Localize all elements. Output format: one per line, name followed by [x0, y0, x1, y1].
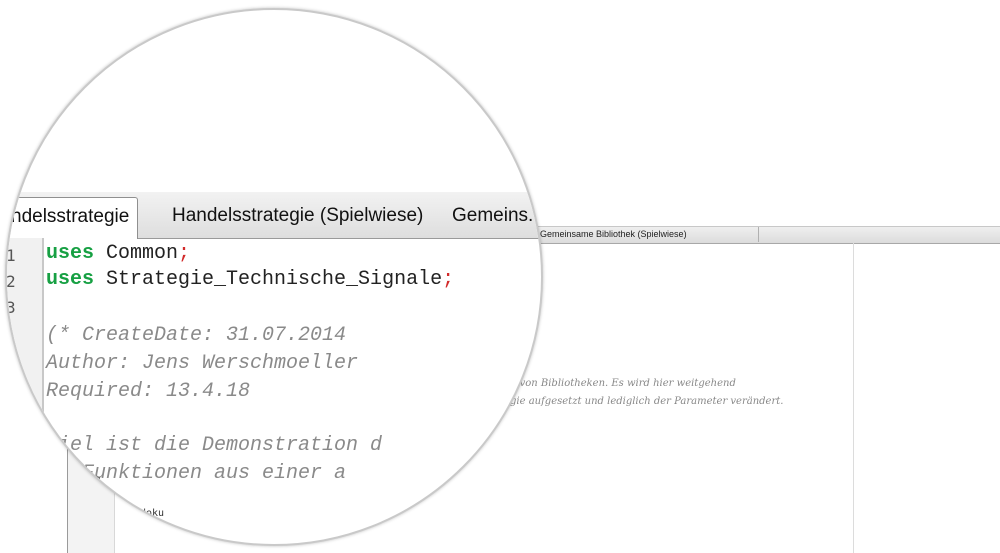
- line-number: 1: [6, 246, 16, 265]
- keyword-end: end: [120, 524, 139, 535]
- unit-name: Common: [94, 242, 179, 265]
- tab-gemeinsame-bibliothek[interactable]: Gemeinsame Bibliothek (Spielwiese): [540, 229, 687, 239]
- keyword-uses: uses: [46, 268, 95, 291]
- comment-required: Required: 13.4.18: [46, 380, 251, 403]
- code-end: end;: [120, 524, 144, 535]
- tab-handelsstrategie-spielwiese[interactable]: Handelsstrategie (Spielwiese): [172, 197, 423, 235]
- semicolon: ;: [442, 268, 455, 291]
- tab-handelsstrategie[interactable]: ndelsstrategie: [7, 197, 139, 239]
- comment-ziel: Ziel ist die Demonstration d: [46, 434, 383, 457]
- code-doku: doku: [140, 508, 165, 519]
- line-number: 14: [90, 492, 101, 502]
- line-number: 3: [6, 298, 16, 317]
- keyword-uses: uses: [46, 242, 95, 265]
- comment-author: Author: Jens Werschmoeller: [46, 352, 359, 375]
- comment-createdate: (* CreateDate: 31.07.2014: [46, 324, 347, 347]
- line-number: 13: [90, 476, 101, 486]
- tab-separator: [758, 227, 759, 242]
- semicolon: ;: [178, 242, 191, 265]
- tab-gemeinsame[interactable]: Gemeins.: [452, 197, 533, 235]
- comment-line: g von Bibliotheken. Es wird hier weitgeh…: [510, 378, 736, 389]
- line-number: 16: [90, 524, 101, 534]
- comment-line: gie aufgesetzt und lediglich der Paramet…: [510, 396, 784, 407]
- code-line-2: uses Strategie_Technische_Signale;: [46, 268, 454, 291]
- magnifier-lens: ndelsstrategie Handelsstrategie (Spielwi…: [5, 8, 543, 546]
- semicolon: ;: [138, 524, 145, 535]
- line-number: 15: [90, 508, 101, 518]
- line-number: 2: [6, 272, 16, 291]
- right-margin-line: [853, 243, 854, 553]
- unit-name: Strategie_Technische_Signale: [94, 268, 443, 291]
- code-line-1: uses Common;: [46, 242, 190, 265]
